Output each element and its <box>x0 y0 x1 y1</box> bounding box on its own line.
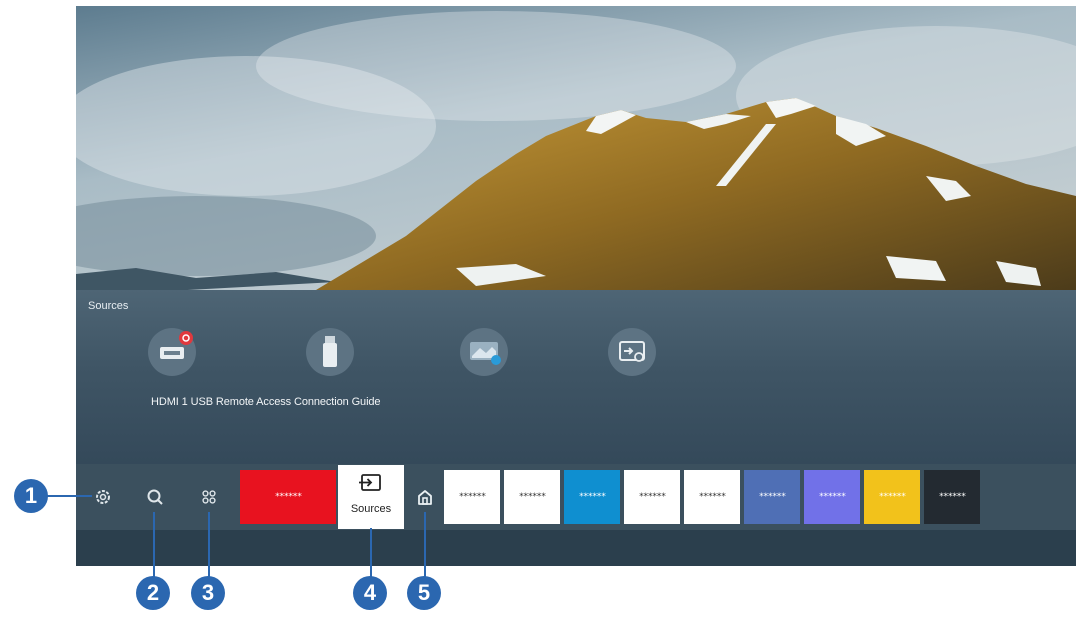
search-icon <box>147 489 163 505</box>
home-bar-strip: ****** Sources ****** ****** ****** ****… <box>76 464 1076 530</box>
callout-2: 2 <box>136 576 170 610</box>
home-button[interactable] <box>410 482 440 512</box>
apps-grid-icon <box>202 490 216 504</box>
search-button[interactable] <box>140 482 170 512</box>
sources-button[interactable]: Sources <box>338 465 404 529</box>
callout-4-line <box>370 528 372 582</box>
callout-5: 5 <box>407 576 441 610</box>
app-tile-label: ****** <box>578 492 606 502</box>
app-tile-label: ****** <box>274 492 302 502</box>
source-remote-access[interactable] <box>460 328 508 376</box>
app-tile[interactable]: ****** <box>684 470 740 524</box>
source-hdmi1[interactable] <box>148 328 196 376</box>
app-tile-label: ****** <box>758 492 786 502</box>
app-tile[interactable]: ****** <box>240 470 336 524</box>
callout-3-line <box>208 512 210 582</box>
gear-icon <box>96 490 110 504</box>
app-tile[interactable]: ****** <box>444 470 500 524</box>
background-image <box>76 6 1076 296</box>
app-tile[interactable]: ****** <box>864 470 920 524</box>
app-tile[interactable]: ****** <box>744 470 800 524</box>
usb-drive-icon <box>323 336 337 367</box>
sources-button-label: Sources <box>350 503 392 515</box>
home-bar: ****** Sources ****** ****** ****** ****… <box>76 464 1076 566</box>
input-source-icon <box>359 474 381 491</box>
app-tile-label: ****** <box>698 492 726 502</box>
sources-panel-title: Sources <box>88 300 129 312</box>
callout-1: 1 <box>14 479 48 513</box>
app-tile-label: ****** <box>818 492 846 502</box>
connection-guide-icon <box>619 341 645 362</box>
callout-5-line <box>424 512 426 582</box>
app-tile-label: ****** <box>458 492 486 502</box>
hdmi-icon <box>160 331 193 359</box>
settings-button[interactable] <box>88 482 118 512</box>
callout-3: 3 <box>191 576 225 610</box>
app-tile-label: ****** <box>878 492 906 502</box>
app-tile[interactable]: ****** <box>924 470 980 524</box>
remote-access-icon <box>470 342 501 365</box>
app-tile-label: ****** <box>518 492 546 502</box>
tv-screen: Sources HDMI 1 USB Remote Access Connect… <box>76 6 1076 566</box>
home-icon <box>418 490 432 505</box>
callout-2-line <box>153 512 155 582</box>
source-connection-guide[interactable] <box>608 328 656 376</box>
sources-panel: Sources HDMI 1 USB Remote Access Connect… <box>76 290 1076 464</box>
apps-button[interactable] <box>194 482 224 512</box>
source-usb[interactable] <box>306 328 354 376</box>
app-tile[interactable]: ****** <box>564 470 620 524</box>
app-tile[interactable]: ****** <box>504 470 560 524</box>
app-tile[interactable]: ****** <box>624 470 680 524</box>
source-labels: HDMI 1 USB Remote Access Connection Guid… <box>151 396 381 408</box>
app-tile-label: ****** <box>938 492 966 502</box>
app-tile-label: ****** <box>638 492 666 502</box>
callout-4: 4 <box>353 576 387 610</box>
app-tile[interactable]: ****** <box>804 470 860 524</box>
